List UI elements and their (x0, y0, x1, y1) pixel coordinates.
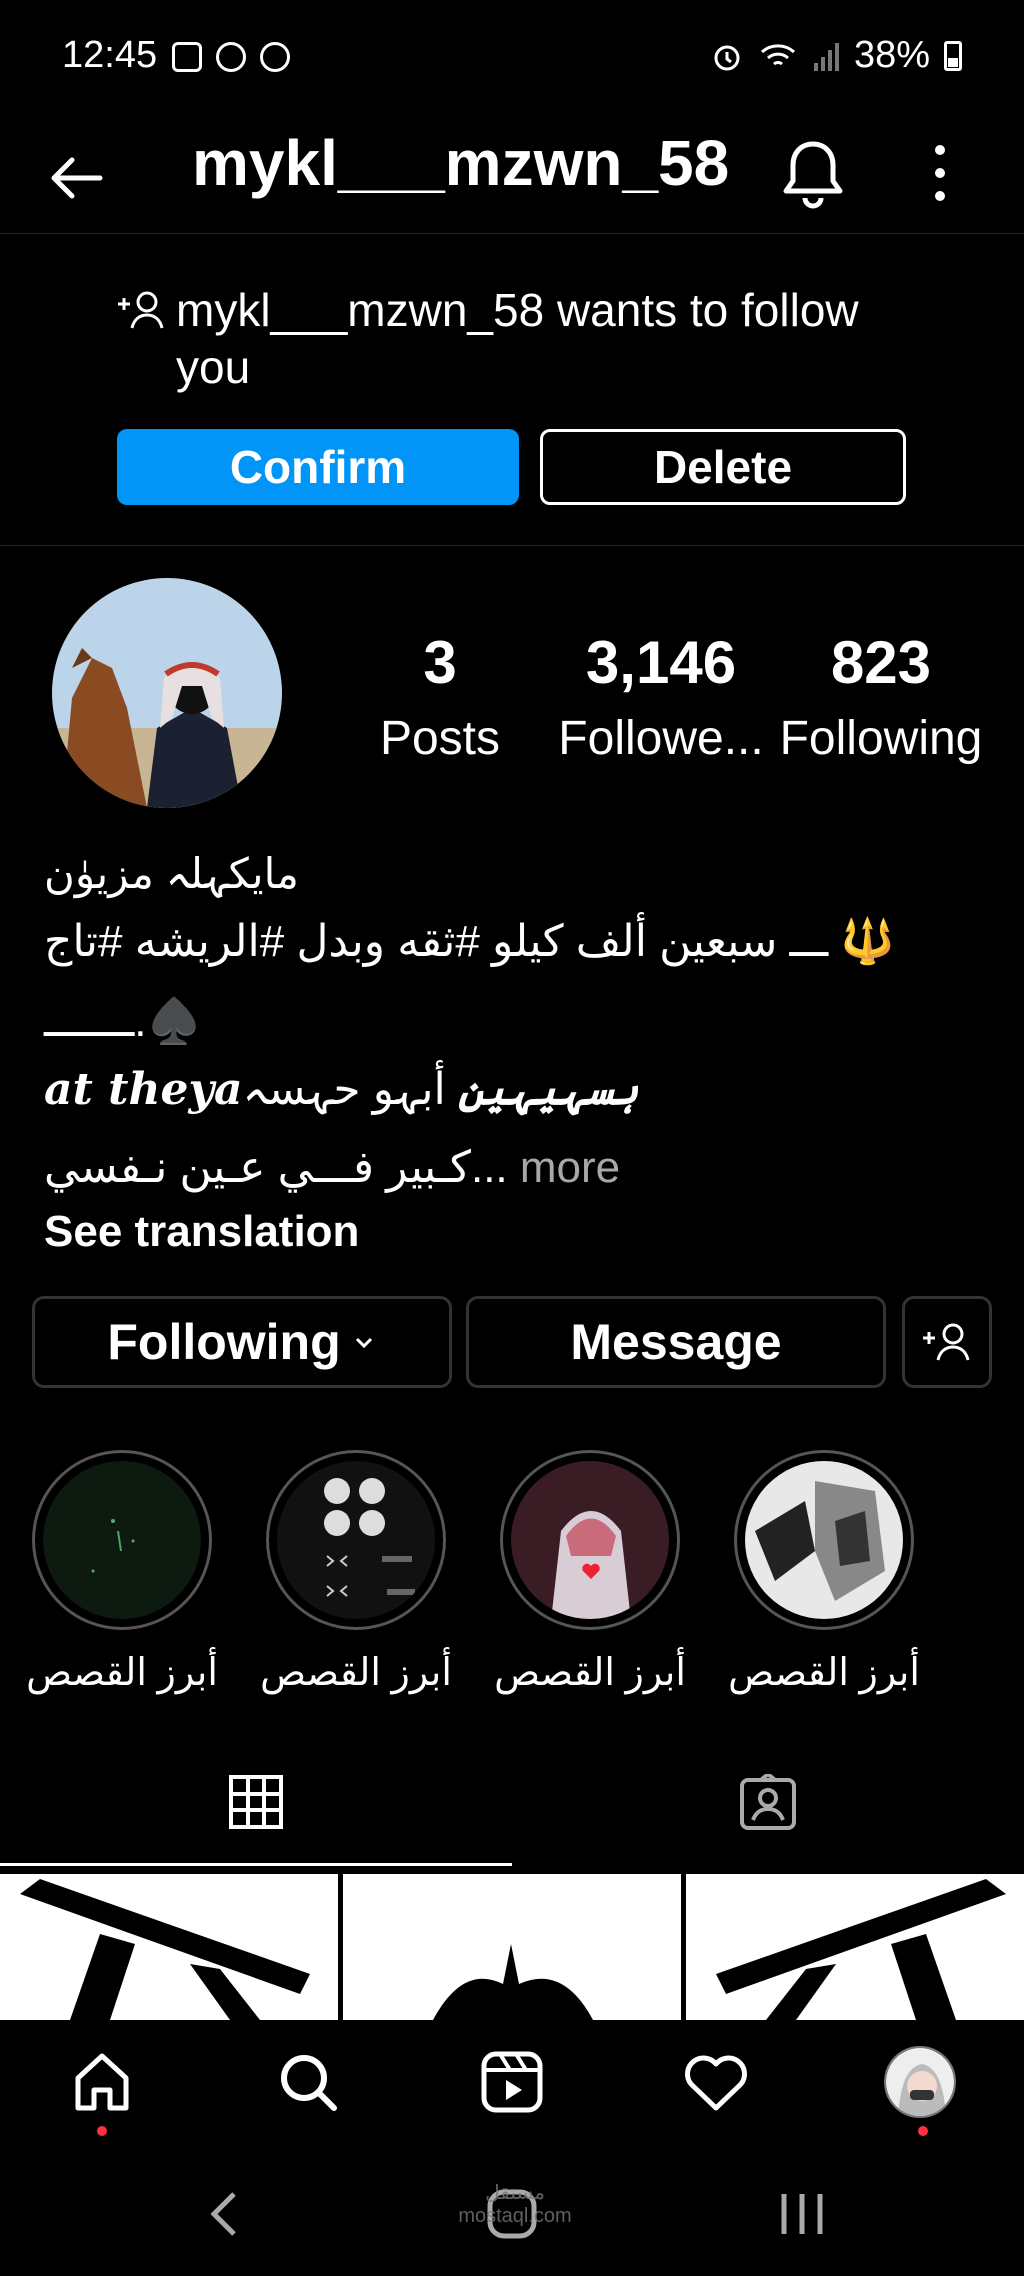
notification-dot (918, 2126, 928, 2136)
nav-profile[interactable] (880, 2042, 960, 2122)
nav-home[interactable] (62, 2042, 142, 2122)
highlight-label: أبرز القصص (494, 1652, 686, 1694)
highlight-label: أبرز القصص (260, 1652, 452, 1694)
system-recents-icon[interactable] (770, 2182, 834, 2246)
following-button-label: Following (107, 1314, 341, 1370)
posts-stat[interactable]: 3 Posts (370, 628, 510, 766)
suggest-people-button[interactable] (902, 1296, 992, 1388)
tagged-icon (740, 1774, 796, 1830)
message-button[interactable]: Message (466, 1296, 886, 1388)
watermark: مستقل mostaql.com (458, 2182, 572, 2227)
nav-activity[interactable] (676, 2042, 756, 2122)
nav-search[interactable] (268, 2042, 348, 2122)
story-highlight[interactable]: أبرز القصص (728, 1450, 920, 1695)
highlight-thumbnail (745, 1461, 903, 1619)
tab-posts-grid[interactable] (0, 1740, 512, 1866)
nav-reels[interactable] (472, 2042, 552, 2122)
following-count: 823 (830, 629, 932, 696)
story-highlight[interactable]: أبرز القصص (26, 1450, 218, 1695)
more-link[interactable]: more (520, 1143, 620, 1192)
home-icon (75, 2053, 129, 2111)
profile-header: mykl___mzwn_58 (0, 118, 1024, 234)
story-highlight[interactable]: أبرز القصص (494, 1450, 686, 1695)
add-person-icon (118, 291, 164, 329)
search-icon (281, 2055, 337, 2111)
bell-icon[interactable] (778, 136, 848, 212)
notification-dot (97, 2126, 107, 2136)
instagram-icon (216, 42, 246, 72)
highlight-thumbnail (511, 1461, 669, 1619)
tab-tagged[interactable] (512, 1740, 1024, 1866)
highlight-label: أبرز القصص (26, 1652, 218, 1694)
following-stat[interactable]: 823 Following (776, 628, 986, 766)
bottom-nav (0, 2020, 1024, 2150)
profile-avatar[interactable] (52, 578, 282, 808)
following-button[interactable]: Following (32, 1296, 452, 1388)
battery-icon (944, 40, 962, 71)
heart-icon (685, 2055, 747, 2111)
more-vertical-icon[interactable] (920, 140, 960, 206)
signal-icon (813, 42, 839, 71)
bio-line-3-arabic: أبہو حہسہ (242, 1065, 446, 1114)
chevron-down-icon (355, 1337, 372, 1349)
followers-stat[interactable]: 3,146 Followe... (556, 628, 766, 766)
see-translation-link[interactable]: See translation (44, 1202, 924, 1262)
status-bar: 12:45 38% (0, 0, 1024, 118)
confirm-button[interactable]: Confirm (117, 429, 519, 505)
post-thumbnail[interactable] (343, 1874, 681, 2020)
status-time: 12:45 (62, 34, 158, 76)
app-icon (260, 42, 290, 72)
page-title: mykl___mzwn_58 (192, 127, 730, 199)
profile-avatar (884, 2046, 956, 2118)
add-person-icon (923, 1323, 970, 1361)
reels-icon (481, 2051, 543, 2113)
system-nav-bar: مستقل mostaql.com (0, 2150, 1024, 2276)
gallery-icon (172, 42, 202, 72)
bio-line-3: at theyaہسہیہین أبہو حہسہ (44, 1060, 924, 1120)
follow-request-text: mykl___mzwn_58 wants to follow you (176, 284, 859, 393)
system-back-icon[interactable] (194, 2182, 258, 2246)
bio-line-2: ـــــــ.♠️ (44, 997, 202, 1046)
post-thumbnail[interactable] (0, 1874, 338, 2020)
grid-icon (229, 1774, 283, 1829)
wifi-icon (760, 43, 795, 65)
alarm-icon (714, 45, 740, 70)
delete-button[interactable]: Delete (540, 429, 906, 505)
highlight-thumbnail (43, 1461, 201, 1619)
followers-label: Followe... (558, 712, 764, 765)
profile-name: مايكہلہ مزيۈن (44, 850, 299, 897)
post-thumbnail[interactable] (686, 1874, 1024, 2020)
bio-line-4-text: كـبير فـــي عـين نـفسي... (44, 1143, 508, 1192)
bio-line-4: كـبير فـــي عـين نـفسي... more (44, 1138, 924, 1198)
highlight-thumbnail (277, 1461, 435, 1619)
battery-text: 38% (853, 34, 930, 76)
posts-label: Posts (379, 712, 501, 765)
bio-line-1: ـــ سبعين ألف كيلو #ثقه وبدل #الريشه #تا… (44, 917, 896, 966)
followers-count: 3,146 (585, 629, 737, 696)
highlight-label: أبرز القصص (728, 1652, 920, 1694)
back-arrow-icon[interactable] (44, 146, 108, 210)
posts-count: 3 (423, 629, 457, 696)
following-label: Following (779, 712, 983, 765)
story-highlight[interactable]: أبرز القصص (260, 1450, 452, 1695)
